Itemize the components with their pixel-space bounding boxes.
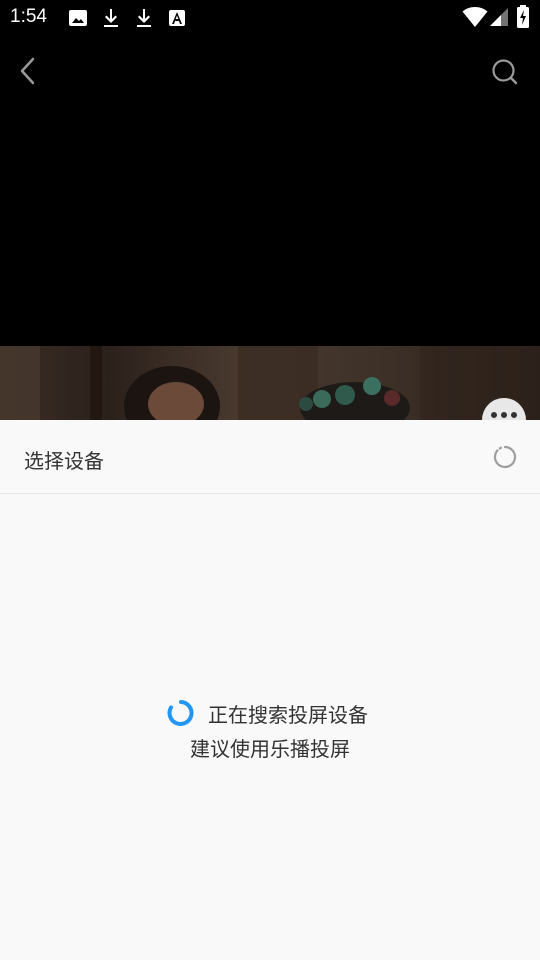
more-dots-icon [491, 412, 517, 418]
wifi-icon [462, 7, 488, 27]
download-icon [137, 9, 151, 27]
loading-spinner-icon [167, 700, 194, 726]
searching-text: 正在搜索投屏设备 [208, 703, 368, 727]
chevron-left-icon[interactable] [16, 56, 40, 86]
searching-status: 正在搜索投屏设备 [0, 695, 540, 727]
signal-icon [490, 8, 508, 26]
search-icon[interactable] [490, 57, 520, 87]
status-time: 1:54 [10, 6, 47, 27]
top-bar [0, 40, 540, 104]
sheet-title: 选择设备 [24, 449, 104, 473]
suggestion-text: 建议使用乐播投屏 [190, 737, 350, 761]
video-thumbnail [0, 346, 540, 420]
font-a-icon [169, 10, 185, 26]
sheet-header: 选择设备 [0, 420, 540, 494]
status-bar: 1:54 [0, 0, 540, 36]
refresh-icon[interactable] [492, 444, 518, 470]
battery-charging-icon [517, 5, 529, 28]
device-select-sheet: 选择设备 正在搜索投屏设备 建议使用乐播投屏 [0, 420, 540, 960]
image-icon [69, 10, 87, 26]
download-icon [104, 9, 118, 27]
